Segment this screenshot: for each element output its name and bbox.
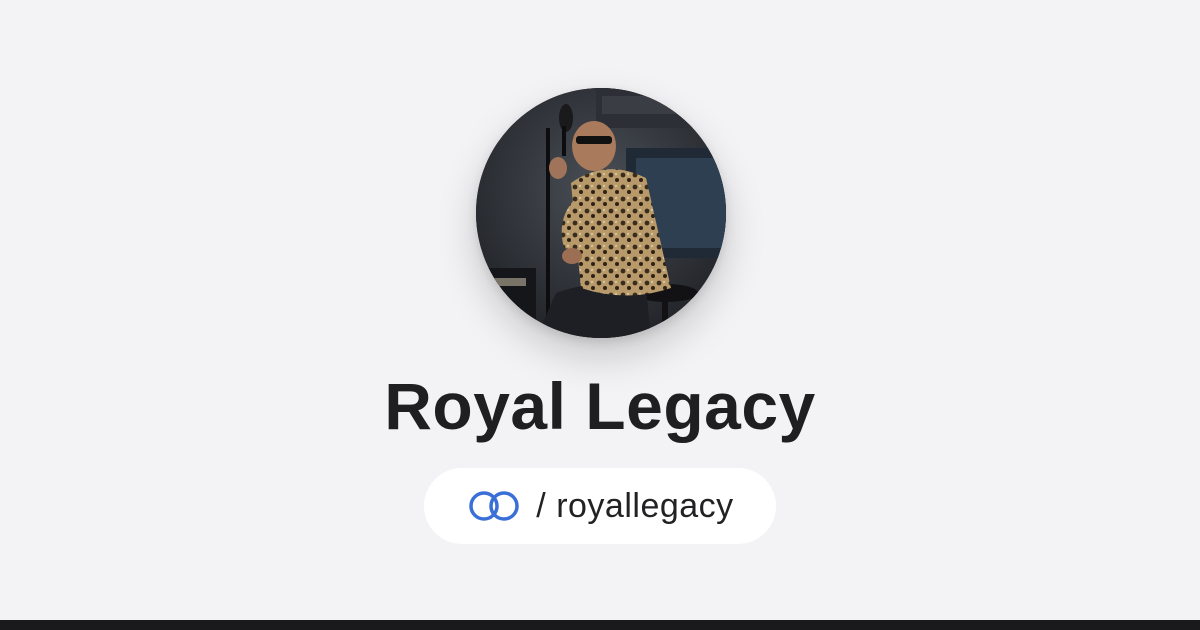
avatar <box>476 88 726 338</box>
linked-rings-icon <box>466 489 522 523</box>
profile-photo <box>476 88 726 338</box>
profile-handle: / royallegacy <box>536 487 733 526</box>
slash-separator: / <box>536 486 547 525</box>
bottom-bar <box>0 620 1200 630</box>
profile-link-pill[interactable]: / royallegacy <box>424 468 776 544</box>
profile-name: Royal Legacy <box>384 369 816 443</box>
handle-label: royallegacy <box>556 486 734 525</box>
